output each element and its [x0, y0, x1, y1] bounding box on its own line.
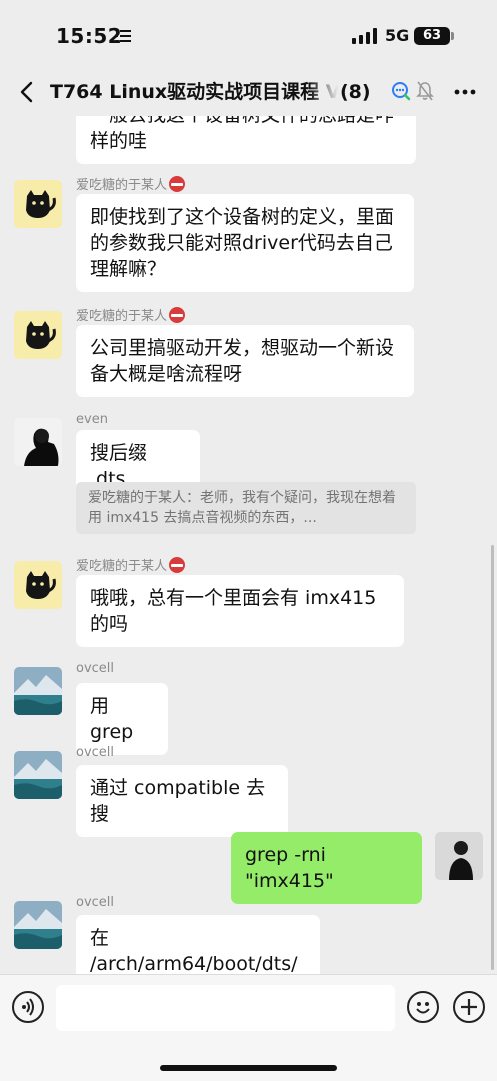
- chat-header: T764 Linux驱动实战项目课程 VIP班 (8): [0, 70, 497, 116]
- list-icon: [116, 30, 131, 42]
- status-bar: 15:52 5G 63: [0, 0, 497, 70]
- cat-avatar-icon: [14, 311, 62, 359]
- message-input[interactable]: [56, 985, 395, 1031]
- back-arrow-icon[interactable]: [16, 78, 40, 106]
- sender-name: ovcell: [76, 895, 115, 910]
- avatar[interactable]: [14, 180, 62, 228]
- battery-icon: 63: [414, 27, 450, 45]
- member-count: (8): [340, 81, 371, 103]
- more-icon[interactable]: [453, 82, 477, 102]
- cat-avatar-icon: [14, 180, 62, 228]
- home-indicator[interactable]: [160, 1065, 337, 1071]
- message-bubble[interactable]: 在 /arch/arm64/boot/dts/: [76, 915, 320, 974]
- person-avatar-icon: [14, 418, 62, 466]
- quoted-message[interactable]: 爱吃糖的于某人：老师，我有个疑问，我现在想着用 imx415 去搞点音视频的东西…: [76, 482, 416, 534]
- voice-button[interactable]: [12, 991, 44, 1023]
- cat-avatar-icon: [14, 561, 62, 609]
- message-bubble[interactable]: 一般去找这个设备树文件的思路是咋样的哇: [76, 116, 416, 164]
- sender-name: ovcell: [76, 661, 115, 676]
- status-time: 15:52: [56, 24, 123, 48]
- chat-bubble-icon: [392, 82, 411, 101]
- voice-icon: [22, 998, 34, 1016]
- message-bubble[interactable]: 通过 compatible 去搜: [76, 765, 288, 837]
- sender-name: ovcell: [76, 745, 115, 760]
- message-bubble[interactable]: 哦哦，总有一个里面会有 imx415 的吗: [76, 575, 404, 647]
- emoji-button[interactable]: [407, 991, 439, 1023]
- add-button[interactable]: [453, 991, 485, 1023]
- mountain-avatar-icon: [14, 751, 62, 799]
- plus-icon: [461, 999, 477, 1015]
- avatar[interactable]: [435, 832, 483, 880]
- no-smoking-icon: [169, 176, 186, 192]
- avatar[interactable]: [14, 751, 62, 799]
- avatar[interactable]: [14, 418, 62, 466]
- signal-icon: [352, 28, 377, 44]
- no-smoking-icon: [169, 557, 186, 573]
- no-smoking-icon: [169, 307, 186, 323]
- sender-name: even: [76, 412, 108, 427]
- sender-name: 爱吃糖的于某人: [76, 305, 186, 324]
- message-bubble[interactable]: grep -rni "imx415": [231, 832, 422, 904]
- message-bubble[interactable]: 公司里搞驱动开发，想驱动一个新设备大概是啥流程呀: [76, 325, 414, 397]
- network-type: 5G: [385, 26, 410, 45]
- mountain-avatar-icon: [14, 901, 62, 949]
- mute-bell-icon: [416, 81, 434, 101]
- message-list[interactable]: 一般去找这个设备树文件的思路是咋样的哇 爱吃糖的于某人 即使找到了这个设备树的定…: [0, 116, 497, 974]
- chat-title: T764 Linux驱动实战项目课程 VIP班: [50, 81, 338, 103]
- message-bubble[interactable]: 即使找到了这个设备树的定义，里面的参数我只能对照driver代码去自己理解嘛？: [76, 194, 414, 292]
- input-bar: [0, 974, 497, 1081]
- smile-icon: [416, 1002, 430, 1014]
- sender-name: 爱吃糖的于某人: [76, 555, 186, 574]
- person-avatar-icon: [435, 832, 483, 880]
- avatar[interactable]: [14, 667, 62, 715]
- avatar[interactable]: [14, 561, 62, 609]
- sender-name: 爱吃糖的于某人: [76, 174, 186, 193]
- scrollbar[interactable]: [491, 545, 494, 970]
- avatar[interactable]: [14, 311, 62, 359]
- mountain-avatar-icon: [14, 667, 62, 715]
- battery-tip: [451, 32, 454, 40]
- avatar[interactable]: [14, 901, 62, 949]
